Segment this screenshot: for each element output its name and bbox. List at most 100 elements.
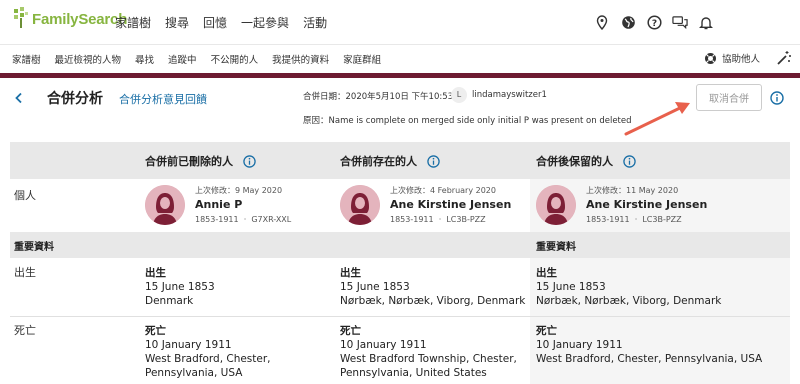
nav-search[interactable]: 搜尋 (165, 14, 189, 31)
death-place-line2: Pennsylvania, USA (145, 367, 243, 379)
death-place-line1: West Bradford Township, Chester, (340, 353, 517, 365)
death-title: 死亡 (536, 325, 557, 337)
person-name[interactable]: Ane Kirstine Jensen (390, 198, 511, 211)
subnav-item-family-groups[interactable]: 家庭群組 (343, 52, 381, 66)
death-date: 10 January 1911 (145, 339, 232, 351)
messages-icon[interactable] (672, 14, 688, 30)
female-avatar-icon (340, 185, 380, 225)
user-avatar: L (451, 87, 467, 103)
female-avatar-icon (536, 185, 576, 225)
person-meta: 1853-1911 · G7XR-XXL (195, 215, 292, 224)
nav-get-involved[interactable]: 一起參與 (241, 14, 289, 31)
death-date: 10 January 1911 (536, 339, 623, 351)
birth-date: 15 June 1853 (145, 281, 215, 293)
person-meta: 1853-1911 · LC3B-PZZ (586, 215, 682, 224)
helper-label: 協助他人 (721, 54, 760, 65)
birth-date: 15 June 1853 (340, 281, 410, 293)
merge-username[interactable]: lindamayswitzer1 (472, 90, 547, 100)
death-place-line1: West Bradford, Chester, (145, 353, 271, 365)
row-label-death: 死亡 (14, 324, 36, 337)
column-header-label: 合併後保留的人 (536, 155, 613, 168)
death-title: 死亡 (145, 325, 166, 337)
person-lifespan: 1853-1911 (195, 215, 239, 224)
nav-memories[interactable]: 回憶 (203, 14, 227, 31)
back-chevron-icon[interactable] (14, 89, 24, 108)
family-tree-subnav: 家譜樹 最近檢視的人物 尋找 追蹤中 不公開的人 我提供的資料 家庭群組 協助他… (0, 44, 800, 72)
vital-section-label: 重要資料 (14, 242, 54, 253)
death-place-line2: Pennsylvania, United States (340, 367, 487, 379)
last-modified: 上次修改：11 May 2020 (586, 186, 679, 195)
familysearch-logo[interactable]: FamilySearch (12, 7, 127, 31)
person-name[interactable]: Annie P (195, 198, 291, 211)
page-title: 合併分析 (47, 91, 103, 107)
female-avatar-icon (145, 185, 185, 225)
person-id: G7XR-XXL (251, 215, 292, 224)
nav-family-tree[interactable]: 家譜樹 (115, 14, 151, 31)
person-id: LC3B-PZZ (446, 215, 486, 224)
birth-cell-existing: 出生 15 June 1853 Nørbæk, Nørbæk, Viborg, … (340, 266, 525, 308)
annotation-arrow (624, 102, 690, 136)
column-header-survivor: 合併後保留的人 (536, 153, 636, 169)
merge-reason: 原因：Name is complete on merged side only … (303, 116, 632, 126)
birth-title: 出生 (145, 267, 166, 279)
subnav-item-private-people[interactable]: 不公開的人 (211, 52, 259, 66)
vital-section-row (10, 232, 790, 258)
info-icon[interactable] (623, 154, 636, 168)
subnav-item-tree[interactable]: 家譜樹 (12, 52, 41, 66)
subnav-item-recents[interactable]: 最近檢視的人物 (55, 52, 122, 66)
globe-icon[interactable] (620, 14, 636, 30)
death-cell-survivor: 死亡 10 January 1911 West Bradford, Cheste… (536, 324, 762, 366)
person-lifespan: 1853-1911 (586, 215, 630, 224)
death-date: 10 January 1911 (340, 339, 427, 351)
location-pin-icon[interactable] (594, 14, 610, 30)
column-header-label: 合併前已刪除的人 (145, 155, 233, 168)
row-label-person: 個人 (14, 189, 36, 202)
birth-place: Nørbæk, Nørbæk, Viborg, Denmark (340, 295, 526, 307)
undo-merge-button[interactable]: 取消合併 (696, 84, 762, 111)
person-card-survivor[interactable]: 上次修改：11 May 2020 Ane Kirstine Jensen 185… (536, 185, 707, 225)
person-name[interactable]: Ane Kirstine Jensen (586, 198, 707, 211)
info-icon[interactable] (243, 154, 256, 168)
top-icon-group: ? (594, 14, 714, 30)
svg-text:?: ? (651, 19, 656, 29)
nav-activities[interactable]: 活動 (303, 14, 327, 31)
row-label-birth: 出生 (14, 266, 36, 279)
birth-title: 出生 (536, 267, 557, 279)
main-nav: 家譜樹 搜尋 回憶 一起參與 活動 (115, 14, 341, 31)
merge-comparison-table: 合併前已刪除的人 合併前存在的人 合併後保留的人 個人 上次修改：9 May 2… (10, 142, 790, 384)
death-title: 死亡 (340, 325, 361, 337)
birth-cell-survivor: 出生 15 June 1853 Nørbæk, Nørbæk, Viborg, … (536, 266, 721, 308)
person-card-deleted[interactable]: 上次修改：9 May 2020 Annie P 1853-1911 · G7XR… (145, 185, 291, 225)
person-meta: 1853-1911 · LC3B-PZZ (390, 215, 486, 224)
merge-feedback-link[interactable]: 合併分析意見回饋 (119, 91, 207, 107)
column-header-existing: 合併前存在的人 (340, 153, 440, 169)
subnav-item-following[interactable]: 追蹤中 (168, 52, 197, 66)
subnav-item-find[interactable]: 尋找 (135, 52, 154, 66)
death-cell-deleted: 死亡 10 January 1911 West Bradford, Cheste… (145, 324, 271, 380)
row-divider (10, 316, 790, 317)
info-icon[interactable] (427, 154, 440, 168)
birth-date: 15 June 1853 (536, 281, 606, 293)
bell-icon[interactable] (698, 14, 714, 30)
tree-logo-icon (14, 7, 28, 28)
subnav-item-my-contributions[interactable]: 我提供的資料 (272, 52, 329, 66)
column-header-label: 合併前存在的人 (340, 155, 417, 168)
top-navigation-bar: FamilySearch 家譜樹 搜尋 回憶 一起參與 活動 ? (0, 0, 800, 44)
death-place-line1: West Bradford, Chester, Pennsylvania, US… (536, 353, 763, 365)
birth-title: 出生 (340, 267, 361, 279)
magic-wand-icon[interactable] (776, 50, 792, 70)
birth-cell-deleted: 出生 15 June 1853 Denmark (145, 266, 215, 308)
help-icon[interactable]: ? (646, 14, 662, 30)
info-icon[interactable] (770, 90, 784, 109)
person-card-existing[interactable]: 上次修改：4 February 2020 Ane Kirstine Jensen… (340, 185, 511, 225)
lifebuoy-icon (704, 52, 716, 64)
last-modified: 上次修改：9 May 2020 (195, 186, 283, 195)
birth-place: Nørbæk, Nørbæk, Viborg, Denmark (536, 295, 722, 307)
accent-divider (0, 73, 800, 78)
last-modified: 上次修改：4 February 2020 (390, 186, 496, 195)
helper-mode-button[interactable]: 協助他人 (704, 51, 760, 65)
logo-text: FamilySearch (32, 10, 128, 28)
subnav-items: 家譜樹 最近檢視的人物 尋找 追蹤中 不公開的人 我提供的資料 家庭群組 (12, 52, 395, 66)
merge-date: 合併日期：2020年5月10日 下午10:53 (303, 92, 454, 102)
person-lifespan: 1853-1911 (390, 215, 434, 224)
